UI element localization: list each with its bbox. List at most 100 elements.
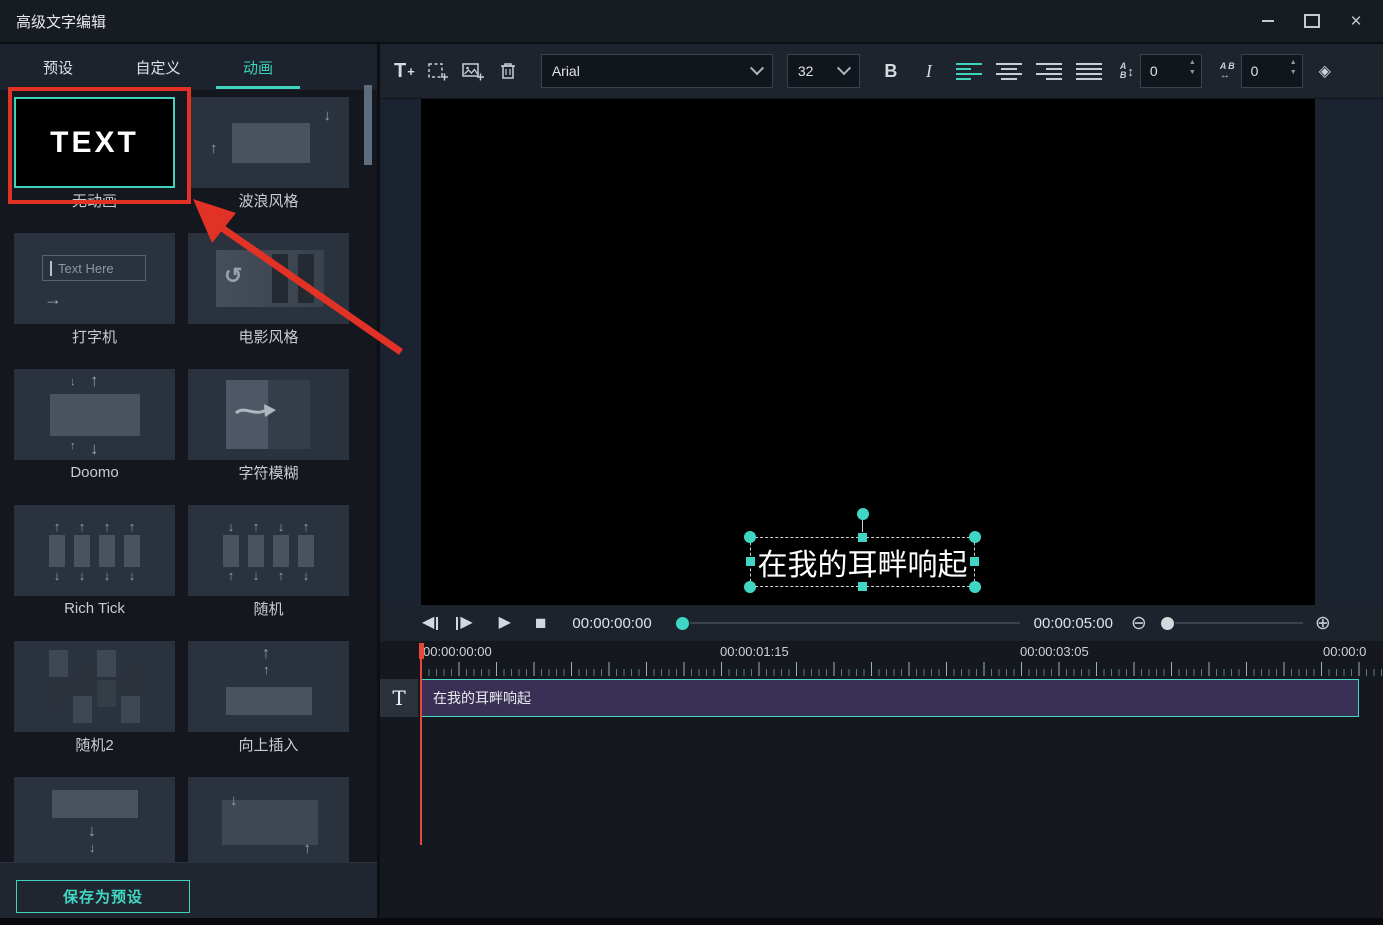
save-as-preset-button[interactable]: 保存为预设: [16, 880, 190, 913]
rotate-handle[interactable]: [857, 508, 869, 520]
up-arrow-icon: ↑: [303, 520, 310, 533]
image-plus-icon: [461, 60, 485, 82]
preview-area: 在我的耳畔响起: [380, 99, 1383, 605]
maximize-button[interactable]: [1301, 10, 1323, 32]
resize-handle-ne[interactable]: [969, 531, 981, 543]
bars-shape: ↓↑ ↑↓ ↓↑ ↑↓: [188, 505, 349, 596]
add-text-button[interactable]: T+: [394, 60, 415, 83]
letter-spacing-input[interactable]: 0 ▲▼: [1241, 54, 1303, 88]
preset-label: 电影风格: [188, 324, 349, 348]
tab-customize[interactable]: 自定义: [108, 44, 208, 90]
close-button[interactable]: ×: [1345, 10, 1367, 32]
maximize-icon: [1304, 14, 1320, 28]
font-size-select[interactable]: 32: [787, 54, 860, 88]
preset-card-rich-tick[interactable]: ↑↓ ↑↓ ↑↓ ↑↓ Rich Tick: [14, 505, 175, 620]
font-family-select[interactable]: Arial: [541, 54, 773, 88]
panel-scrollbar[interactable]: [364, 85, 372, 165]
preset-card-character-blur[interactable]: 字符模糊: [188, 369, 349, 484]
step-forward-icon: ▶: [460, 615, 472, 631]
text-block-shape: [52, 790, 138, 818]
preset-card-insert-up[interactable]: ↑ ↑ 向上插入: [188, 641, 349, 756]
preset-label: 随机: [188, 596, 349, 620]
delete-button[interactable]: [499, 61, 517, 81]
preset-card-drop-down[interactable]: ↓ ↓: [14, 777, 175, 862]
bold-button[interactable]: B: [878, 58, 904, 84]
tab-animation[interactable]: 动画: [208, 44, 308, 90]
zoom-out-icon[interactable]: ⊖: [1131, 614, 1147, 633]
text-clip-label: 在我的耳畔响起: [433, 688, 531, 708]
ruler-label: 00:00:00:00: [423, 644, 492, 659]
resize-handle-sw[interactable]: [744, 581, 756, 593]
progress-track[interactable]: [690, 622, 1020, 624]
spinner-arrows[interactable]: ▲▼: [1290, 59, 1297, 76]
progress-handle[interactable]: [676, 617, 689, 630]
down-arrow-icon: ↓: [70, 377, 76, 388]
preset-card-random[interactable]: ↓↑ ↑↓ ↓↑ ↑↓ 随机: [188, 505, 349, 620]
minimize-button[interactable]: [1257, 10, 1279, 32]
line-spacing-icon: AB↕: [1120, 62, 1134, 80]
preset-thumbnail: Text Here →: [14, 233, 175, 324]
resize-handle-se[interactable]: [969, 581, 981, 593]
preset-card-random2[interactable]: 随机2: [14, 641, 175, 756]
down-arrow-icon: ↓: [253, 569, 260, 582]
preset-label: Doomo: [14, 460, 175, 484]
align-justify-button[interactable]: [1076, 63, 1102, 80]
up-arrow-icon: ↑: [90, 372, 99, 389]
align-center-button[interactable]: [996, 63, 1022, 80]
playhead-line[interactable]: [420, 643, 422, 845]
chevron-down-icon: [837, 61, 851, 75]
align-left-button[interactable]: [956, 63, 982, 80]
add-image-button[interactable]: [461, 60, 485, 82]
spinner-arrows[interactable]: ▲▼: [1189, 59, 1196, 76]
line-spacing-input[interactable]: 0 ▲▼: [1140, 54, 1202, 88]
align-right-button[interactable]: [1036, 63, 1062, 80]
preset-label: 字符模糊: [188, 460, 349, 484]
preset-thumbnail: ↑ ↑: [188, 641, 349, 732]
preview-canvas[interactable]: 在我的耳畔响起: [421, 99, 1315, 605]
plus-icon: +: [407, 62, 415, 83]
next-frame-button[interactable]: ▶: [456, 615, 472, 631]
resize-handle-e[interactable]: [970, 557, 979, 566]
down-arrow-icon: ↓: [104, 569, 111, 582]
preset-card-doomo[interactable]: ↓ ↑ ↑ ↓ Doomo: [14, 369, 175, 484]
thumb-text: Text Here: [58, 261, 114, 276]
preset-card-wave-style[interactable]: ↑ ↓ 波浪风格: [188, 97, 349, 212]
squiggle-arrow-icon: [234, 402, 284, 420]
resize-handle-nw[interactable]: [744, 531, 756, 543]
zoom-in-icon[interactable]: ⊕: [1315, 614, 1331, 633]
advanced-text-edit-window: 高级文字编辑 × 预设 自定义 动画 TEXT 无动画 ↑: [0, 0, 1383, 925]
resize-handle-w[interactable]: [746, 557, 755, 566]
rotate-arrow-icon: ↺: [224, 265, 242, 287]
zoom-slider-track[interactable]: [1175, 622, 1303, 624]
zoom-slider-handle[interactable]: [1161, 617, 1174, 630]
italic-button[interactable]: I: [916, 58, 942, 84]
chevron-down-icon: [750, 61, 764, 75]
text-track-header: T: [380, 679, 418, 717]
text-clip[interactable]: 在我的耳畔响起: [421, 679, 1359, 717]
previous-frame-button[interactable]: ◀: [422, 615, 438, 631]
stop-button[interactable]: ■: [535, 614, 546, 633]
preset-card-cinema-style[interactable]: ↺ 电影风格: [188, 233, 349, 348]
up-arrow-icon: ↑: [253, 520, 260, 533]
timeline-ruler[interactable]: [421, 661, 1383, 676]
preset-card-typewriter[interactable]: Text Here → 打字机: [14, 233, 175, 348]
keyframe-icon[interactable]: ◈: [1319, 61, 1331, 81]
letter-spacing-value: 0: [1251, 63, 1259, 79]
down-arrow-icon: ↓: [228, 520, 235, 533]
preview-text[interactable]: 在我的耳畔响起: [751, 538, 974, 586]
add-textbox-button[interactable]: [427, 60, 449, 82]
preset-thumbnail: ↓ ↓: [14, 777, 175, 862]
play-icon: ▶: [499, 615, 511, 631]
preset-card-swap[interactable]: ↓ ↑: [188, 777, 349, 862]
typewriter-box: Text Here: [42, 255, 146, 281]
preset-grid: TEXT 无动画 ↑ ↓ 波浪风格 Text Here →: [0, 90, 364, 862]
play-button[interactable]: ▶: [499, 615, 511, 631]
resize-handle-n[interactable]: [858, 533, 867, 542]
resize-handle-s[interactable]: [858, 582, 867, 591]
font-family-value: Arial: [552, 63, 580, 79]
preset-thumbnail: ↑↓ ↑↓ ↑↓ ↑↓: [14, 505, 175, 596]
preset-thumbnail: ↓↑ ↑↓ ↓↑ ↑↓: [188, 505, 349, 596]
text-selection-box[interactable]: 在我的耳畔响起: [750, 537, 975, 587]
tab-presets[interactable]: 预设: [8, 44, 108, 90]
down-arrow-icon: ↓: [88, 824, 96, 840]
